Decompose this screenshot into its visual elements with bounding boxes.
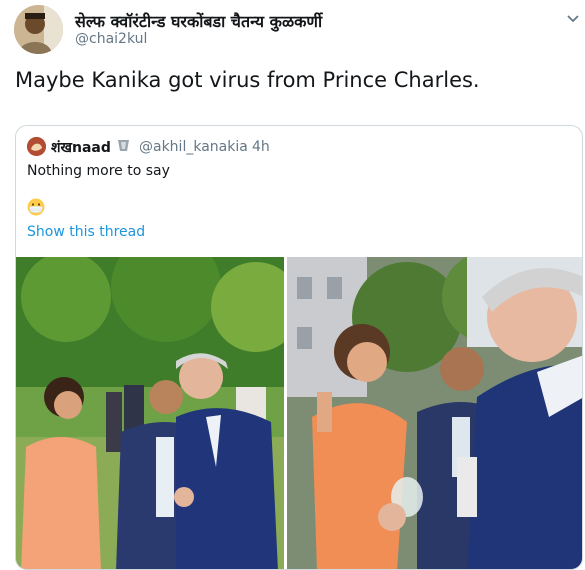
face-with-medical-mask-icon — [27, 198, 45, 216]
chevron-down-icon[interactable] — [566, 14, 580, 24]
show-thread-link[interactable]: Show this thread — [27, 224, 145, 240]
quoted-author-name[interactable]: शंखnaad — [51, 138, 111, 157]
shield-icon — [118, 140, 129, 151]
media-photo-1[interactable] — [16, 257, 284, 569]
tweet-text: Maybe Kanika got virus from Prince Charl… — [15, 68, 480, 92]
quoted-author-handle[interactable]: @akhil_kanakia — [139, 139, 248, 155]
quoted-tweet-time[interactable]: 4h — [252, 139, 270, 155]
media-grid — [16, 257, 582, 569]
separator-dot: · — [243, 139, 248, 155]
author-name[interactable]: सेल्फ क्वॉरंटीन्ड घरकोंबडा चैतन्य कुळकर्… — [75, 10, 322, 32]
author-avatar[interactable] — [14, 5, 63, 54]
quoted-tweet-card[interactable]: शंखnaad @akhil_kanakia · 4h Nothing more… — [15, 125, 583, 570]
quoted-tweet-text: Nothing more to say — [27, 163, 170, 179]
author-handle[interactable]: @chai2kul — [75, 31, 147, 47]
quoted-author-avatar[interactable] — [27, 137, 46, 156]
media-photo-2[interactable] — [287, 257, 582, 569]
